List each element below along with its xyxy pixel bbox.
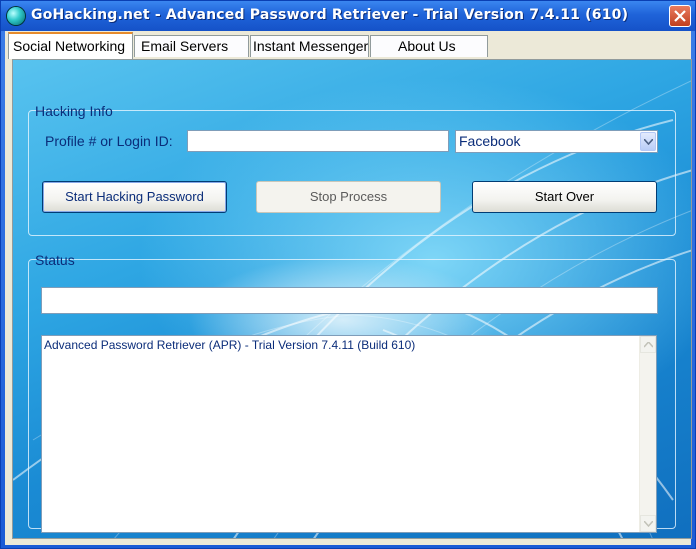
hacking-info-group: [28, 110, 676, 236]
chevron-down-icon: [644, 521, 653, 527]
hacking-info-label: Hacking Info: [35, 103, 113, 119]
network-select-value: Facebook: [459, 133, 521, 149]
close-button[interactable]: [669, 5, 691, 27]
log-scrollbar[interactable]: [639, 336, 656, 532]
tab-instant-messengers[interactable]: Instant Messengers: [250, 35, 369, 57]
network-select[interactable]: Facebook: [455, 130, 658, 153]
dropdown-arrow[interactable]: [640, 132, 656, 151]
client-area: Social Networking Email Servers Instant …: [5, 31, 692, 545]
profile-input[interactable]: [187, 130, 449, 152]
tab-panel: Hacking Info Profile # or Login ID: Face…: [12, 59, 692, 539]
log-output[interactable]: Advanced Password Retriever (APR) - Tria…: [41, 335, 657, 533]
start-hacking-button[interactable]: Start Hacking Password: [42, 181, 227, 213]
log-line: Advanced Password Retriever (APR) - Tria…: [44, 338, 416, 352]
status-field[interactable]: [41, 287, 658, 314]
stop-process-button[interactable]: Stop Process: [256, 181, 441, 213]
scroll-down-button[interactable]: [640, 515, 656, 532]
title-bar[interactable]: GoHacking.net - Advanced Password Retrie…: [1, 1, 695, 31]
tab-about-us[interactable]: About Us: [370, 35, 488, 57]
close-icon: [674, 10, 686, 22]
window-title: GoHacking.net - Advanced Password Retrie…: [31, 7, 629, 23]
start-over-button[interactable]: Start Over: [472, 181, 657, 213]
status-label: Status: [35, 252, 75, 268]
chevron-down-icon: [644, 139, 653, 145]
chevron-up-icon: [644, 342, 653, 348]
scroll-up-button[interactable]: [640, 336, 656, 353]
app-window: GoHacking.net - Advanced Password Retrie…: [0, 0, 696, 549]
profile-label: Profile # or Login ID:: [45, 133, 173, 149]
tab-social-networking[interactable]: Social Networking: [8, 32, 133, 59]
tab-email-servers[interactable]: Email Servers: [134, 35, 249, 57]
globe-icon: [7, 7, 25, 25]
